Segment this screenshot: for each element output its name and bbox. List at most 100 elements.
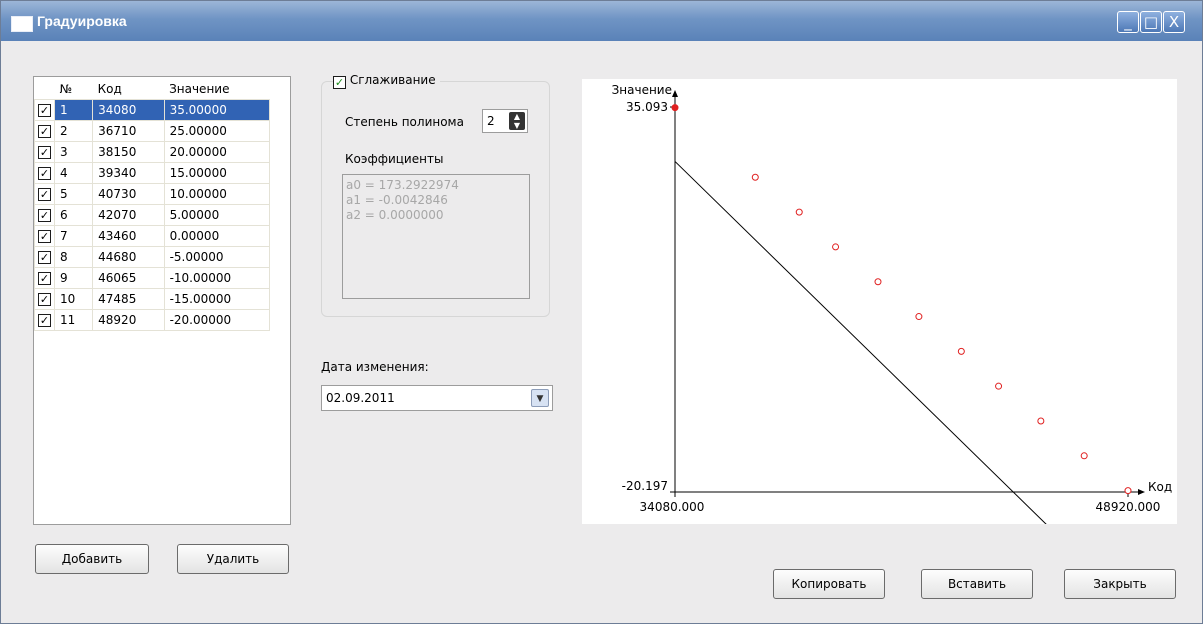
table-row[interactable]: ✓ 10 47485 -15.00000	[34, 288, 271, 310]
window-title: Градуировка	[37, 13, 127, 29]
maximize-button[interactable]: □	[1140, 11, 1162, 33]
row-code[interactable]: 43460	[92, 225, 165, 247]
row-code[interactable]: 34080	[92, 99, 165, 121]
header-number[interactable]: №	[55, 79, 93, 100]
date-value[interactable]: 02.09.2011	[326, 391, 395, 405]
minimize-button[interactable]: _	[1117, 11, 1139, 33]
row-code[interactable]: 36710	[92, 120, 165, 142]
row-value[interactable]: -20.00000	[163, 309, 271, 331]
row-checkbox-cell[interactable]: ✓	[34, 162, 55, 184]
row-checkbox-cell[interactable]: ✓	[34, 141, 55, 163]
row-checkbox[interactable]: ✓	[38, 230, 51, 243]
row-number[interactable]: 5	[53, 183, 94, 205]
row-value[interactable]: 20.00000	[163, 141, 271, 163]
table-row[interactable]: ✓ 11 48920 -20.00000	[34, 309, 271, 331]
table-row[interactable]: ✓ 5 40730 10.00000	[34, 183, 271, 205]
row-checkbox-cell[interactable]: ✓	[34, 267, 55, 289]
row-checkbox[interactable]: ✓	[38, 314, 51, 327]
calibration-table[interactable]: № Код Значение ✓ 1 34080 35.00000 ✓ 2 36710 25.…	[33, 76, 291, 525]
smoothing-label: Сглаживание	[349, 73, 436, 87]
table-row[interactable]: ✓ 3 38150 20.00000	[34, 141, 271, 163]
date-picker[interactable]: 02.09.2011 ▼	[321, 385, 553, 411]
close-window-button[interactable]: X	[1163, 11, 1185, 33]
row-number[interactable]: 6	[53, 204, 94, 226]
row-code[interactable]: 44680	[92, 246, 165, 268]
spinner-arrows[interactable]: ▲ ▼	[509, 112, 525, 130]
spin-up-icon[interactable]: ▲	[509, 112, 525, 121]
spin-down-icon[interactable]: ▼	[509, 121, 525, 130]
header-value[interactable]: Значение	[164, 79, 269, 100]
row-number[interactable]: 4	[53, 162, 94, 184]
y-axis-label: Значение	[612, 83, 672, 97]
degree-spinner[interactable]: 2 ▲ ▼	[482, 109, 528, 133]
row-checkbox-cell[interactable]: ✓	[34, 309, 55, 331]
paste-button[interactable]: Вставить	[921, 569, 1033, 599]
row-checkbox-cell[interactable]: ✓	[34, 225, 55, 247]
row-code[interactable]: 40730	[92, 183, 165, 205]
row-code[interactable]: 47485	[92, 288, 165, 310]
smoothing-check-icon[interactable]: ✓	[333, 76, 346, 89]
close-button[interactable]: Закрыть	[1064, 569, 1176, 599]
y-tick-label: -20.197	[622, 479, 668, 493]
row-checkbox[interactable]: ✓	[38, 146, 51, 159]
row-code[interactable]: 42070	[92, 204, 165, 226]
row-number[interactable]: 10	[53, 288, 94, 310]
row-value[interactable]: 35.00000	[163, 99, 271, 121]
row-number[interactable]: 11	[53, 309, 94, 331]
row-checkbox[interactable]: ✓	[38, 104, 51, 117]
smoothing-checkbox[interactable]: ✓ Сглаживание	[333, 73, 440, 89]
row-value[interactable]: -10.00000	[163, 267, 271, 289]
row-number[interactable]: 8	[53, 246, 94, 268]
data-point	[995, 382, 1003, 390]
row-value[interactable]: 0.00000	[163, 225, 271, 247]
table-row[interactable]: ✓ 1 34080 35.00000	[34, 99, 271, 121]
row-code[interactable]: 46065	[92, 267, 165, 289]
row-checkbox[interactable]: ✓	[38, 272, 51, 285]
row-checkbox-cell[interactable]: ✓	[34, 204, 55, 226]
row-value[interactable]: 10.00000	[163, 183, 271, 205]
row-value[interactable]: -5.00000	[163, 246, 271, 268]
row-value[interactable]: 15.00000	[163, 162, 271, 184]
table-row[interactable]: ✓ 2 36710 25.00000	[34, 120, 271, 142]
table-row[interactable]: ✓ 4 39340 15.00000	[34, 162, 271, 184]
row-checkbox-cell[interactable]: ✓	[34, 246, 55, 268]
row-number[interactable]: 2	[53, 120, 94, 142]
row-checkbox[interactable]: ✓	[38, 209, 51, 222]
row-checkbox[interactable]: ✓	[38, 125, 51, 138]
header-code[interactable]: Код	[93, 79, 164, 100]
data-point	[832, 243, 840, 251]
degree-value[interactable]: 2	[487, 114, 495, 128]
row-checkbox[interactable]: ✓	[38, 251, 51, 264]
row-value[interactable]: 25.00000	[163, 120, 271, 142]
maximize-icon: □	[1143, 13, 1159, 31]
table-row[interactable]: ✓ 9 46065 -10.00000	[34, 267, 271, 289]
table-row[interactable]: ✓ 6 42070 5.00000	[34, 204, 271, 226]
row-checkbox[interactable]: ✓	[38, 167, 51, 180]
chevron-down-icon[interactable]: ▼	[531, 389, 549, 407]
add-button[interactable]: Добавить	[35, 544, 149, 574]
copy-button[interactable]: Копировать	[773, 569, 885, 599]
row-value[interactable]: -15.00000	[163, 288, 271, 310]
table-row[interactable]: ✓ 7 43460 0.00000	[34, 225, 271, 247]
title-bar[interactable]: Градуировка _ □ X	[1, 1, 1202, 41]
y-tick-label: 35.093	[626, 100, 668, 114]
row-code[interactable]: 39340	[92, 162, 165, 184]
row-number[interactable]: 3	[53, 141, 94, 163]
row-number[interactable]: 9	[53, 267, 94, 289]
row-checkbox[interactable]: ✓	[38, 188, 51, 201]
row-number[interactable]: 7	[53, 225, 94, 247]
row-number[interactable]: 1	[53, 99, 94, 121]
row-code[interactable]: 48920	[92, 309, 165, 331]
data-point	[915, 313, 923, 321]
row-code[interactable]: 38150	[92, 141, 165, 163]
row-checkbox-cell[interactable]: ✓	[34, 183, 55, 205]
data-point	[874, 278, 882, 286]
table-row[interactable]: ✓ 8 44680 -5.00000	[34, 246, 271, 268]
row-checkbox-cell[interactable]: ✓	[34, 288, 55, 310]
row-value[interactable]: 5.00000	[163, 204, 271, 226]
calibration-window: Градуировка _ □ X № Код Значение ✓ 1 34080…	[0, 0, 1203, 624]
delete-button[interactable]: Удалить	[177, 544, 289, 574]
row-checkbox[interactable]: ✓	[38, 293, 51, 306]
row-checkbox-cell[interactable]: ✓	[34, 99, 55, 121]
row-checkbox-cell[interactable]: ✓	[34, 120, 55, 142]
